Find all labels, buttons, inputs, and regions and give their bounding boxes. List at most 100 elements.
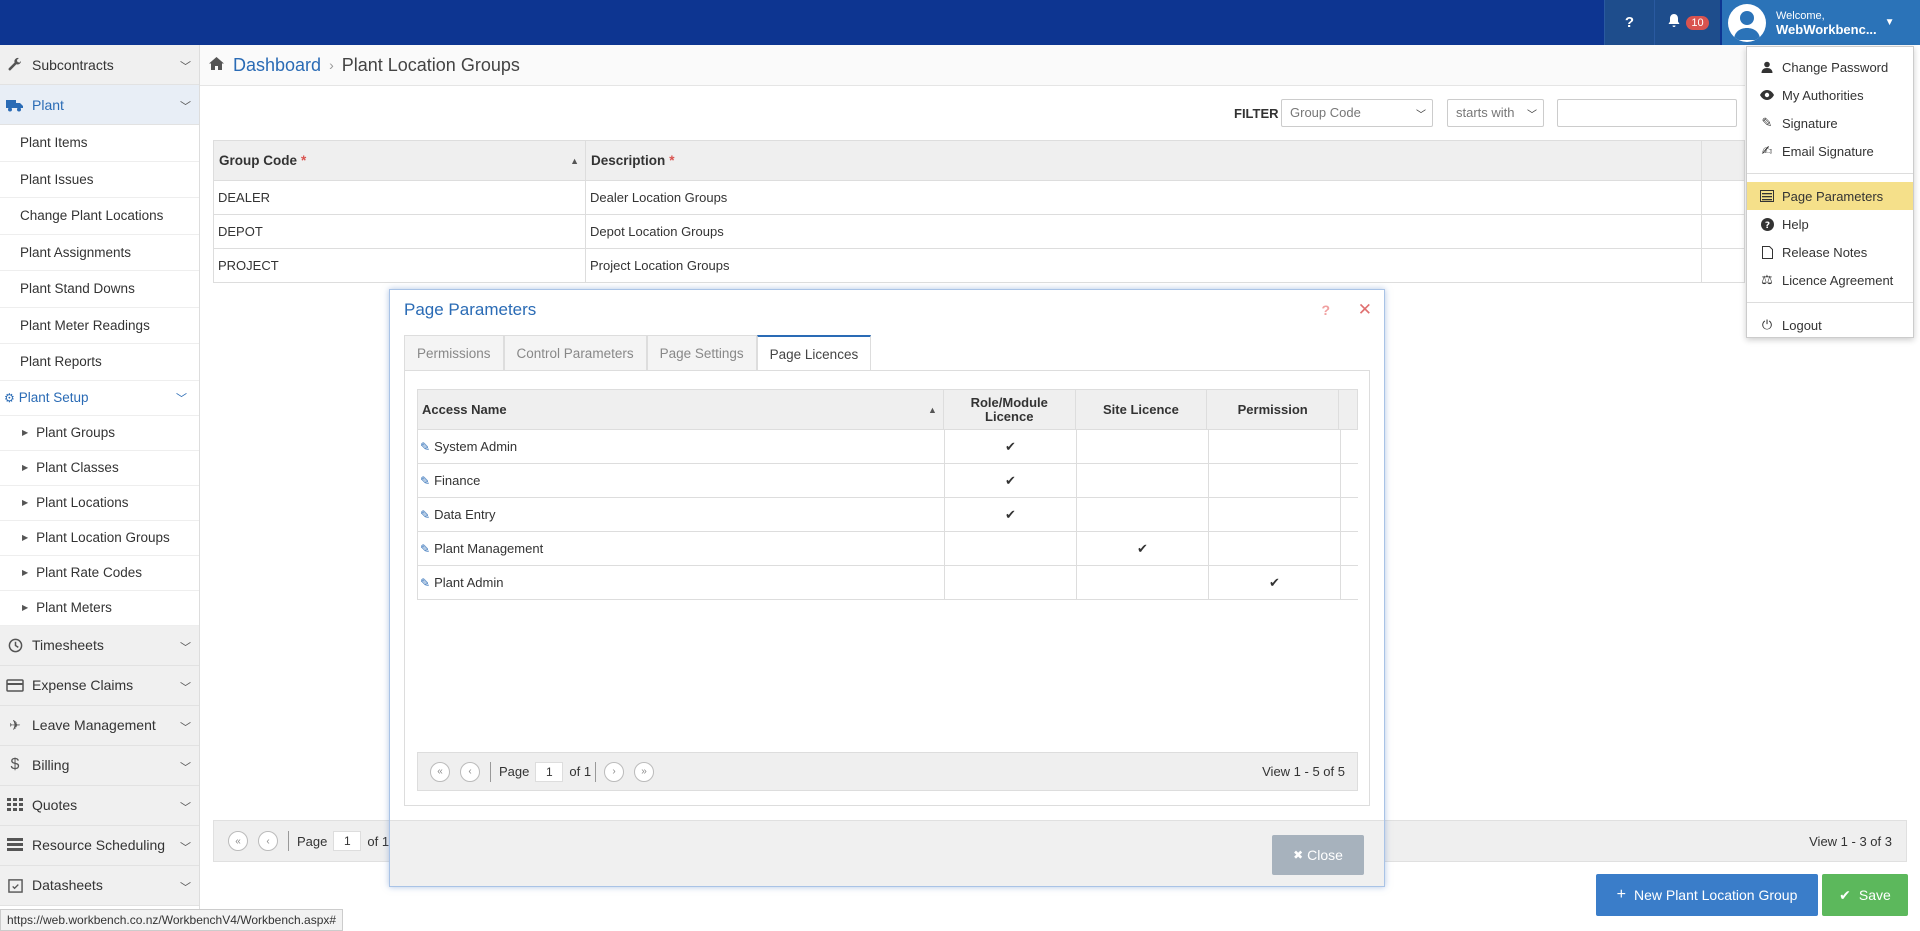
sidebar-item-plant-assignments[interactable]: Plant Assignments [0, 235, 199, 271]
first-page-icon[interactable]: « [430, 761, 450, 782]
sidebar-item-plant-meters[interactable]: ▶ Plant Meters [0, 591, 199, 626]
menu-item-licence-agreement[interactable]: ⚖ Licence Agreement [1747, 266, 1913, 294]
menu-item-release-notes[interactable]: Release Notes [1747, 238, 1913, 266]
caret-right-icon: ▶ [22, 603, 29, 612]
table-row[interactable]: ✎ Data Entry ✔ [417, 498, 1358, 532]
sidebar-item-resource-scheduling[interactable]: Resource Scheduling ﹀ [0, 825, 199, 866]
cell-permission [1209, 464, 1341, 497]
pencil-icon[interactable]: ✎ [420, 576, 430, 590]
sidebar-item-datasheets[interactable]: Datasheets ﹀ [0, 865, 199, 906]
menu-item-label: My Authorities [1782, 87, 1864, 103]
save-button[interactable]: ✔ Save [1822, 874, 1908, 916]
sidebar-item-expense-claims[interactable]: Expense Claims ﹀ [0, 665, 199, 706]
help-button[interactable]: ? [1604, 0, 1654, 45]
required-marker: * [301, 153, 307, 168]
close-icon[interactable]: ✕ [1358, 300, 1372, 320]
breadcrumb-dashboard-link[interactable]: Dashboard [233, 55, 321, 76]
filter-field-select[interactable]: Group Code ﹀ [1281, 99, 1433, 127]
column-header-role-module-licence[interactable]: Role/Module Licence [944, 390, 1076, 429]
list-icon [1758, 190, 1776, 202]
sidebar-item-leave-management[interactable]: ✈ Leave Management ﹀ [0, 705, 199, 746]
sidebar-item-plant-items[interactable]: Plant Items [0, 125, 199, 162]
sidebar-item-plant-reports[interactable]: Plant Reports [0, 344, 199, 381]
user-menu-toggle[interactable]: Welcome, WebWorkbenc... ▼ [1722, 0, 1920, 45]
chevron-down-icon: ﹀ [176, 392, 187, 405]
page-of-label: of 1 [569, 764, 592, 779]
cell-group-code: DEALER [214, 181, 586, 214]
sidebar-item-label: Resource Scheduling [32, 837, 166, 853]
page-number-input[interactable]: 1 [333, 831, 362, 851]
sidebar-item-change-plant-locations[interactable]: Change Plant Locations [0, 198, 199, 235]
sidebar-item-billing[interactable]: $ Billing ﹀ [0, 745, 199, 786]
table-row[interactable]: ✎ Plant Admin ✔ [417, 566, 1358, 600]
column-header-group-code[interactable]: Group Code * ▲ [214, 141, 586, 180]
sidebar: Subcontracts ﹀ Plant ﹀ Plant Items Plant… [0, 45, 200, 913]
table-row[interactable]: DEPOT Depot Location Groups [213, 215, 1745, 249]
sidebar-item-plant-classes[interactable]: ▶ Plant Classes [0, 451, 199, 486]
menu-item-label: Page Parameters [1782, 188, 1884, 204]
cell-role-module-licence [945, 566, 1077, 599]
pencil-icon[interactable]: ✎ [420, 542, 430, 556]
question-icon[interactable]: ? [1321, 302, 1330, 318]
required-marker: * [669, 153, 675, 168]
close-button[interactable]: ✖ Close [1272, 835, 1364, 875]
sidebar-item-plant-groups[interactable]: ▶ Plant Groups [0, 416, 199, 451]
sidebar-item-plant-setup[interactable]: ⚙ Plant Setup ﹀ [0, 381, 199, 416]
home-icon[interactable] [208, 55, 225, 76]
scrollbar-gutter [1339, 390, 1357, 429]
menu-item-signature[interactable]: ✎ Signature [1747, 109, 1913, 137]
table-row[interactable]: DEALER Dealer Location Groups [213, 181, 1745, 215]
cell-role-module-licence: ✔ [945, 498, 1077, 531]
sidebar-item-quotes[interactable]: Quotes ﹀ [0, 785, 199, 826]
filter-operator-select[interactable]: starts with ﹀ [1447, 99, 1544, 127]
table-row[interactable]: ✎ Plant Management ✔ [417, 532, 1358, 566]
next-page-icon[interactable]: › [604, 761, 625, 782]
menu-item-page-parameters[interactable]: Page Parameters [1747, 182, 1913, 210]
column-header-label: Group Code [219, 153, 297, 168]
caret-right-icon: ▶ [22, 533, 29, 542]
sidebar-item-plant[interactable]: Plant ﹀ [0, 85, 199, 125]
column-header-description[interactable]: Description * [586, 141, 1702, 180]
tab-control-parameters[interactable]: Control Parameters [503, 335, 647, 370]
sidebar-item-subcontracts[interactable]: Subcontracts ﹀ [0, 45, 199, 85]
pencil-icon[interactable]: ✎ [420, 508, 430, 522]
sidebar-item-label: Plant Classes [36, 460, 119, 475]
modal-footer: ✖ Close [390, 820, 1384, 886]
notifications-button[interactable]: 10 [1654, 0, 1720, 45]
column-header-access-name[interactable]: Access Name ▲ [418, 390, 944, 429]
menu-item-my-authorities[interactable]: My Authorities [1747, 81, 1913, 109]
menu-item-change-password[interactable]: Change Password [1747, 53, 1913, 81]
last-page-icon[interactable]: » [634, 761, 655, 782]
page-number-input[interactable]: 1 [535, 761, 564, 782]
first-page-icon[interactable]: « [228, 831, 248, 851]
sidebar-item-plant-location-groups[interactable]: ▶ Plant Location Groups [0, 521, 199, 556]
prev-page-icon[interactable]: ‹ [258, 831, 278, 851]
tab-permissions[interactable]: Permissions [404, 335, 504, 370]
sidebar-item-plant-issues[interactable]: Plant Issues [0, 162, 199, 198]
menu-item-logout[interactable]: ⏻ Logout [1747, 311, 1913, 339]
pencil-icon[interactable]: ✎ [420, 474, 430, 488]
column-header-permission[interactable]: Permission [1207, 390, 1340, 429]
new-plant-location-group-button[interactable]: + New Plant Location Group [1596, 874, 1818, 916]
sidebar-item-timesheets[interactable]: Timesheets ﹀ [0, 625, 199, 666]
filter-value-input[interactable] [1557, 99, 1737, 127]
table-row[interactable]: PROJECT Project Location Groups [213, 249, 1745, 283]
column-header-site-licence[interactable]: Site Licence [1076, 390, 1208, 429]
cell-site-licence [1077, 430, 1209, 463]
sidebar-item-plant-locations[interactable]: ▶ Plant Locations [0, 486, 199, 521]
caret-down-icon: ▼ [1884, 17, 1895, 28]
chevron-down-icon: ﹀ [180, 101, 191, 113]
table-row[interactable]: ✎ Finance ✔ [417, 464, 1358, 498]
sidebar-item-plant-stand-downs[interactable]: Plant Stand Downs [0, 271, 199, 308]
pencil-icon[interactable]: ✎ [420, 440, 430, 454]
menu-item-email-signature[interactable]: ✍ Email Signature [1747, 137, 1913, 165]
pager-divider [595, 761, 597, 782]
sidebar-item-label: Leave Management [32, 717, 156, 733]
menu-item-help[interactable]: ? Help [1747, 210, 1913, 238]
prev-page-icon[interactable]: ‹ [460, 761, 480, 782]
table-row[interactable]: ✎ System Admin ✔ [417, 430, 1358, 464]
sidebar-item-plant-meter-readings[interactable]: Plant Meter Readings [0, 308, 199, 344]
sidebar-item-plant-rate-codes[interactable]: ▶ Plant Rate Codes [0, 556, 199, 591]
tab-page-settings[interactable]: Page Settings [646, 335, 757, 370]
tab-page-licences[interactable]: Page Licences [756, 335, 872, 371]
